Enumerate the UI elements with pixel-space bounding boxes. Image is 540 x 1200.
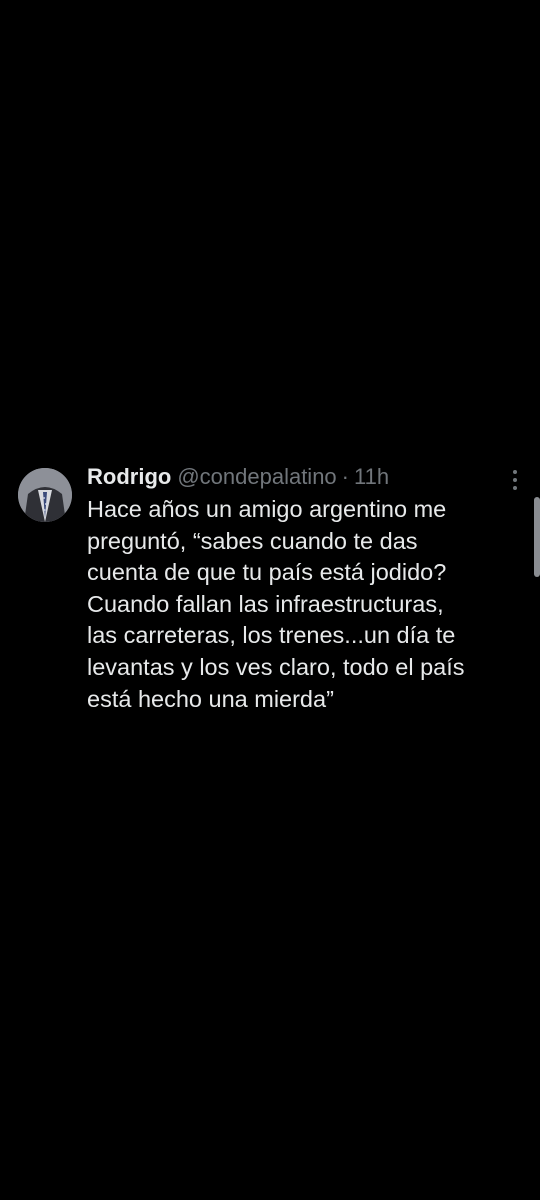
- tweet-text-line: cuenta de que tu país está jodido?: [87, 559, 447, 586]
- tweet-text-line: está hecho una mierda”: [87, 685, 334, 712]
- author-handle[interactable]: @condepalatino: [177, 460, 336, 494]
- tweet-text-line: levantas y los ves claro, todo el país: [87, 653, 465, 680]
- tweet-body: Rodrigo @condepalatino · 11h Hace años u…: [87, 460, 528, 715]
- tweet[interactable]: Rodrigo @condepalatino · 11h Hace años u…: [18, 460, 528, 715]
- tweet-header: Rodrigo @condepalatino · 11h: [87, 460, 528, 494]
- tweet-text-line: las carreteras, los trenes...un día te: [87, 622, 456, 649]
- screen: Rodrigo @condepalatino · 11h Hace años u…: [0, 0, 540, 1200]
- tweet-text: Hace años un amigo argentino me preguntó…: [87, 494, 527, 715]
- avatar-image: [18, 468, 72, 522]
- avatar[interactable]: [18, 468, 72, 522]
- more-options-icon[interactable]: [512, 470, 518, 490]
- tweet-text-line: Cuando fallan las infraestructuras,: [87, 590, 444, 617]
- author-name[interactable]: Rodrigo: [87, 460, 171, 494]
- more-dot: [513, 470, 517, 474]
- timestamp[interactable]: 11h: [354, 460, 389, 494]
- more-dot: [513, 478, 517, 482]
- tweet-text-line: preguntó, “sabes cuando te das: [87, 527, 418, 554]
- tweet-text-line: Hace años un amigo argentino me: [87, 496, 447, 522]
- scrollbar[interactable]: [534, 497, 540, 577]
- more-dot: [513, 486, 517, 490]
- separator-dot: ·: [341, 464, 349, 489]
